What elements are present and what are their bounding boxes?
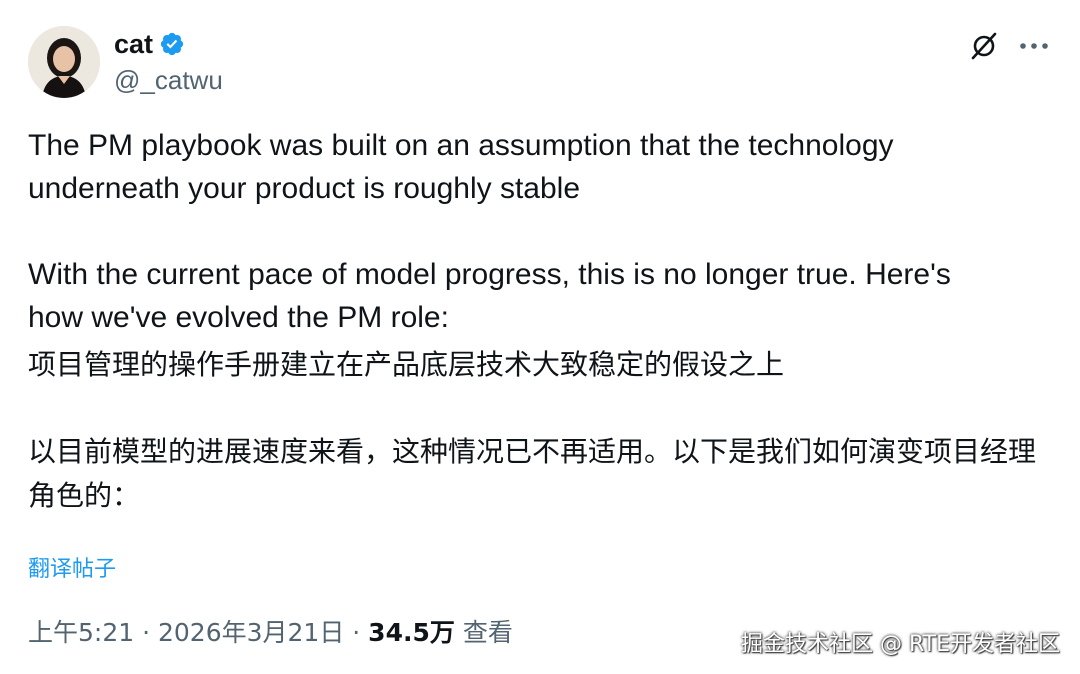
watermark-text: 掘金技术社区 @ RTE开发者社区 <box>740 632 1060 657</box>
more-icon[interactable] <box>1018 30 1050 62</box>
post-time[interactable]: 上午5:21 <box>28 613 134 649</box>
avatar[interactable] <box>28 26 100 98</box>
post-date[interactable]: 2026年3月21日 <box>158 613 344 649</box>
meta-separator: · <box>134 618 158 647</box>
post-meta: 上午5:21 · 2026年3月21日 · 34.5万 查看 <box>28 613 513 649</box>
avatar-photo <box>28 26 100 98</box>
post-text-zh-2: 以目前模型的进展速度来看，这种情况已不再适用。以下是我们如何演变项目经理角色的： <box>28 435 1037 512</box>
post-body: The PM playbook was built on an assumpti… <box>28 124 1036 518</box>
verified-badge-icon <box>159 31 185 57</box>
author-handle[interactable]: @_catwu <box>114 64 223 96</box>
post-text-en-2: With the current pace of model progress,… <box>28 258 951 334</box>
meta-separator: · <box>344 618 369 647</box>
author-name[interactable]: cat <box>114 28 153 60</box>
translate-post-link[interactable]: 翻译帖子 <box>28 551 116 583</box>
grok-icon[interactable] <box>968 30 1000 62</box>
views-count: 34.5万 <box>368 618 455 647</box>
post-text-en-1: The PM playbook was built on an assumpti… <box>28 129 894 205</box>
views-spacer <box>455 618 463 647</box>
post-text-zh-1: 项目管理的操作手册建立在产品底层技术大致稳定的假设之上 <box>28 348 785 381</box>
views-label: 查看 <box>462 618 513 647</box>
